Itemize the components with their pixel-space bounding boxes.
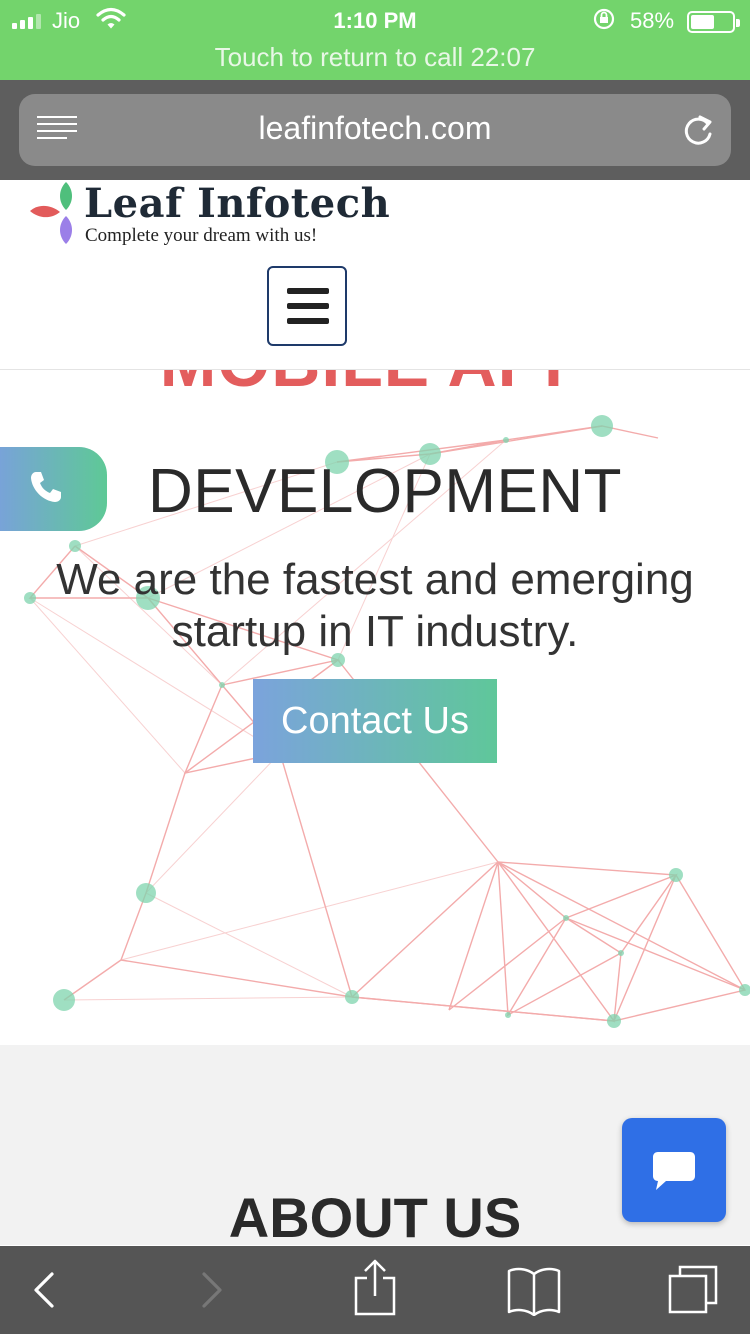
hamburger-menu-icon: [287, 288, 329, 294]
battery-icon: [687, 11, 740, 33]
return-to-call-banner[interactable]: Touch to return to call 22:07: [0, 42, 750, 73]
phone-icon: [31, 472, 61, 502]
battery-percent: 58%: [630, 8, 675, 33]
hero-heading: DEVELOPMENT: [148, 457, 623, 526]
status-bar: Jio 1:10 PM 58% Touch to return to call …: [0, 0, 750, 80]
hero-section: MOBILE APP DEVELOPMENT We are the fastes…: [0, 370, 750, 1045]
hero-subtitle: We are the fastest and emerging startup …: [0, 554, 750, 658]
tabs-icon[interactable]: [666, 1264, 722, 1316]
logo-tagline: Complete your dream with us!: [85, 225, 318, 246]
chat-bubble-icon: [653, 1152, 695, 1190]
rotation-lock-icon: [593, 8, 615, 30]
url-text[interactable]: leafinfotech.com: [19, 110, 731, 147]
chat-button[interactable]: [622, 1118, 726, 1222]
share-icon[interactable]: [350, 1258, 400, 1318]
call-button[interactable]: [0, 447, 107, 531]
site-header: Leaf Infotech Complete your dream with u…: [0, 180, 750, 370]
logo-name[interactable]: Leaf Infotech: [84, 180, 390, 227]
battery-fill: [691, 15, 714, 29]
forward-icon[interactable]: [196, 1262, 226, 1318]
hero-subtitle-line-2: startup in IT industry.: [171, 607, 579, 656]
reload-icon[interactable]: [681, 112, 715, 148]
leaf-logo-icon[interactable]: [30, 180, 80, 246]
hamburger-menu-button[interactable]: [267, 266, 347, 346]
browser-address-area: leafinfotech.com: [0, 80, 750, 180]
back-icon[interactable]: [28, 1262, 58, 1318]
browser-toolbar: [0, 1246, 750, 1334]
hero-partial-heading: MOBILE APP: [0, 370, 750, 402]
contact-us-button[interactable]: Contact Us: [253, 679, 497, 763]
bookmarks-icon[interactable]: [506, 1266, 562, 1316]
hero-subtitle-line-1: We are the fastest and emerging: [56, 555, 694, 604]
address-bar[interactable]: leafinfotech.com: [19, 94, 731, 166]
